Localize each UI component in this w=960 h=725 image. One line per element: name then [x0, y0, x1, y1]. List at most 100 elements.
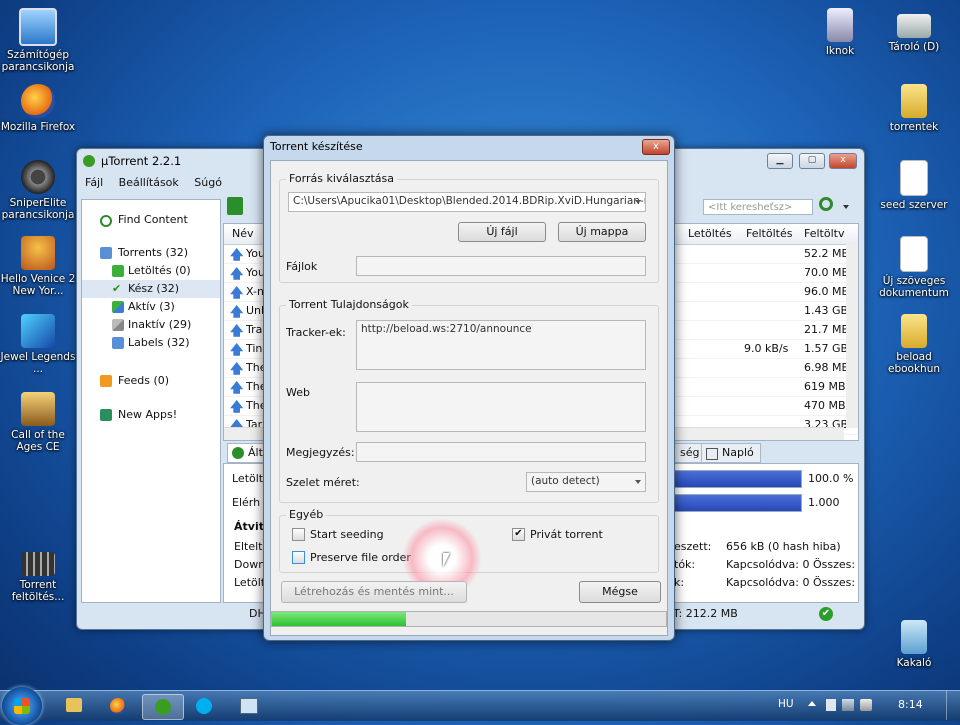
- desktop-icon-call-of-ages[interactable]: Call of the Ages CE: [0, 392, 76, 453]
- desktop-icon-beload[interactable]: beload ebookhun: [876, 314, 952, 375]
- maximize-button[interactable]: ▢: [799, 153, 825, 169]
- transfer-heading: Átvit: [234, 520, 264, 533]
- start-button[interactable]: [2, 687, 42, 725]
- active-arrows-icon: [112, 301, 124, 313]
- chevron-down-icon: [635, 200, 641, 204]
- column-upload[interactable]: Feltöltés: [746, 224, 792, 244]
- cancel-button[interactable]: Mégse: [579, 581, 661, 603]
- new-file-button[interactable]: Új fájl: [458, 222, 546, 242]
- creation-progress-bar: [271, 611, 667, 627]
- tray-volume-icon[interactable]: [860, 699, 872, 711]
- private-torrent-label[interactable]: Privát torrent: [530, 528, 603, 541]
- sidebar-item-inactive[interactable]: Inaktív (29): [82, 316, 220, 334]
- menu-file[interactable]: Fájl: [85, 176, 103, 189]
- desktop-icon-recycle-bin[interactable]: Kakaló: [876, 620, 952, 669]
- desktop-icon-label: Mozilla Firefox: [0, 121, 76, 133]
- desktop-icon-sniper[interactable]: SniperElite parancsikonja: [0, 160, 76, 221]
- desktop-icon-label: Számítógép parancsikonja: [1, 49, 75, 73]
- wasted-label: eszett:: [674, 540, 712, 553]
- files-label: Fájlok: [286, 260, 318, 273]
- seeds-value: Kapcsolódva: 0 Összes:: [726, 558, 856, 571]
- desktop-icon-venice[interactable]: Hello Venice 2 New Yor...: [0, 236, 76, 297]
- torrents-icon: [100, 247, 112, 259]
- preserve-order-label[interactable]: Preserve file order: [310, 551, 411, 564]
- upload-arrow-icon: 🡅: [230, 400, 244, 415]
- elapsed-label: Eltelt: [234, 540, 263, 553]
- source-path-combobox[interactable]: C:\Users\Apucika01\Desktop\Blended.2014.…: [288, 192, 646, 212]
- search-button-icon[interactable]: [819, 197, 833, 211]
- sidebar-item-feeds[interactable]: Feeds (0): [82, 372, 220, 390]
- start-seeding-checkbox[interactable]: [292, 528, 305, 541]
- taskbar-firefox[interactable]: [100, 694, 136, 718]
- progress-bar-fill: [675, 471, 801, 487]
- computer-icon: [19, 8, 57, 46]
- firefox-icon: [110, 698, 126, 714]
- sidebar-find-content[interactable]: Find Content: [82, 210, 220, 230]
- desktop-icon-iknok[interactable]: Iknok: [802, 8, 878, 57]
- show-desktop-button[interactable]: [946, 691, 960, 720]
- add-torrent-icon[interactable]: [227, 197, 243, 215]
- desktop-icon-label: Tároló (D): [888, 41, 940, 53]
- search-input[interactable]: <Itt keresheťsz>: [703, 199, 813, 215]
- menu-help[interactable]: Súgó: [194, 176, 222, 189]
- column-name[interactable]: Név: [232, 224, 254, 244]
- upload-arrow-icon: 🡅: [230, 305, 244, 320]
- taskbar-app[interactable]: [230, 694, 266, 718]
- sidebar-item-new-apps[interactable]: New Apps!: [82, 406, 220, 424]
- dialog-body: Forrás kiválasztása C:\Users\Apucika01\D…: [270, 160, 668, 636]
- film-icon: [21, 552, 55, 576]
- upload-arrow-icon: 🡅: [230, 286, 244, 301]
- sidebar-item-completed[interactable]: ✔ Kész (32): [82, 280, 220, 298]
- sidebar-item-labels[interactable]: Labels (32): [82, 334, 220, 352]
- clock[interactable]: 8:14: [898, 698, 923, 711]
- preserve-order-checkbox[interactable]: [292, 551, 305, 564]
- minimize-button[interactable]: ▁: [767, 153, 793, 169]
- sniper-icon: [21, 160, 55, 194]
- inactive-arrows-icon: [112, 319, 124, 331]
- window-icon: [240, 698, 258, 714]
- desktop-icon-firefox[interactable]: Mozilla Firefox: [0, 84, 76, 133]
- create-and-save-button[interactable]: Létrehozás és mentés mint...: [281, 581, 467, 603]
- comment-field[interactable]: [356, 442, 646, 462]
- desktop-icon-drive-d[interactable]: Tároló (D): [876, 14, 952, 53]
- vertical-scrollbar[interactable]: [846, 244, 858, 428]
- other-group-label: Egyéb: [286, 508, 327, 521]
- language-indicator[interactable]: HU: [778, 698, 794, 710]
- desktop-icon-computer[interactable]: Számítógép parancsikonja: [0, 8, 76, 73]
- private-torrent-checkbox[interactable]: ✔: [512, 528, 525, 541]
- desktop-icon-torrentek[interactable]: torrentek: [876, 84, 952, 133]
- sidebar-item-active[interactable]: Aktív (3): [82, 298, 220, 316]
- tracker-textarea[interactable]: http://beload.ws:2710/announce: [356, 320, 646, 370]
- close-button[interactable]: x: [829, 153, 857, 169]
- web-textarea[interactable]: [356, 382, 646, 432]
- availability-bar: [674, 494, 802, 512]
- start-seeding-label[interactable]: Start seeding: [310, 528, 384, 541]
- tray-network-icon[interactable]: [842, 699, 854, 711]
- availability-value: 1.000: [808, 496, 840, 509]
- sidebar-item-downloading[interactable]: Letöltés (0): [82, 262, 220, 280]
- column-download[interactable]: Letöltés: [688, 224, 732, 244]
- upload-arrow-icon: 🡅: [230, 343, 244, 358]
- info-icon: [232, 447, 244, 459]
- dialog-titlebar: Torrent készítése x: [264, 136, 674, 158]
- column-uploaded[interactable]: Feltöltv: [804, 224, 844, 244]
- desktop-icon-jewel[interactable]: Jewel Legends ...: [0, 314, 76, 375]
- dialog-close-button[interactable]: x: [642, 139, 670, 155]
- desktop-icon-new-text-doc[interactable]: Új szöveges dokumentum: [876, 236, 952, 299]
- chevron-down-icon: [635, 480, 641, 484]
- tray-flag-icon[interactable]: [826, 699, 836, 711]
- tray-arrow-icon[interactable]: [808, 701, 816, 706]
- search-dropdown-icon[interactable]: [843, 205, 849, 209]
- desktop-icon-torrent-upload[interactable]: Torrent feltöltés...: [0, 552, 76, 603]
- folder-icon: [901, 314, 927, 348]
- piece-size-select[interactable]: (auto detect): [526, 472, 646, 492]
- desktop-icon-seed-server[interactable]: seed szerver: [876, 160, 952, 211]
- menu-settings[interactable]: Beállítások: [119, 176, 179, 189]
- taskbar-skype[interactable]: [186, 694, 222, 718]
- new-folder-button[interactable]: Új mappa: [558, 222, 646, 242]
- comment-label: Megjegyzés:: [286, 446, 355, 459]
- taskbar-utorrent[interactable]: [142, 694, 184, 720]
- sidebar-item-torrents[interactable]: Torrents (32): [82, 244, 220, 262]
- taskbar-explorer[interactable]: [56, 694, 92, 718]
- tab-log[interactable]: Napló: [701, 443, 761, 463]
